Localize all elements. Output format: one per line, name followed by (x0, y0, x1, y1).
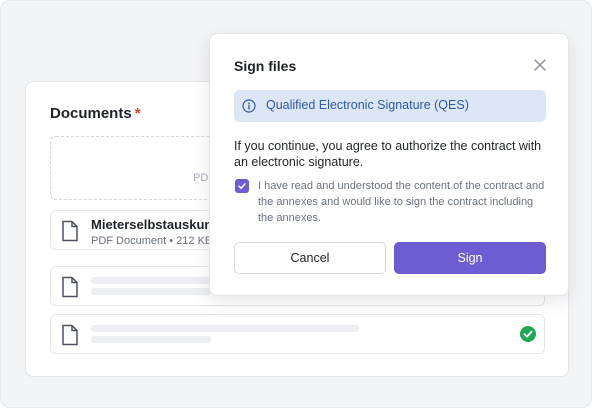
page-background: Documents * PDF Mieterselbstauskunft PDF … (0, 0, 592, 408)
acknowledgement-label[interactable]: I have read and understood the content o… (258, 178, 550, 226)
cancel-button[interactable]: Cancel (234, 242, 386, 274)
file-meta: PDF Document • 212 KB (91, 235, 213, 247)
signature-type-text: Qualified Electronic Signature (QES) (266, 98, 469, 112)
file-icon (62, 276, 78, 298)
check-circle-icon (520, 326, 536, 342)
info-icon (242, 99, 256, 113)
file-icon (62, 220, 78, 242)
documents-title: Documents * (50, 105, 141, 122)
file-icon (62, 324, 78, 346)
skeleton-line (91, 325, 359, 332)
sign-files-modal: Sign files Qualified Electronic Signatur… (209, 33, 569, 296)
checkmark-icon (238, 183, 246, 190)
skeleton-line (91, 277, 211, 284)
skeleton-line (91, 288, 211, 295)
modal-title: Sign files (234, 58, 297, 74)
skeleton-line (91, 336, 211, 343)
acknowledgement-checkbox[interactable] (235, 179, 249, 193)
documents-title-text: Documents (50, 105, 132, 122)
required-marker: * (134, 105, 141, 122)
sign-button[interactable]: Sign (394, 242, 546, 274)
file-row-loading[interactable] (50, 314, 545, 354)
consent-text: If you continue, you agree to authorize … (234, 139, 542, 169)
file-name: Mieterselbstauskunft (91, 217, 222, 232)
close-icon[interactable] (534, 59, 546, 71)
signature-type-banner: Qualified Electronic Signature (QES) (234, 90, 546, 122)
